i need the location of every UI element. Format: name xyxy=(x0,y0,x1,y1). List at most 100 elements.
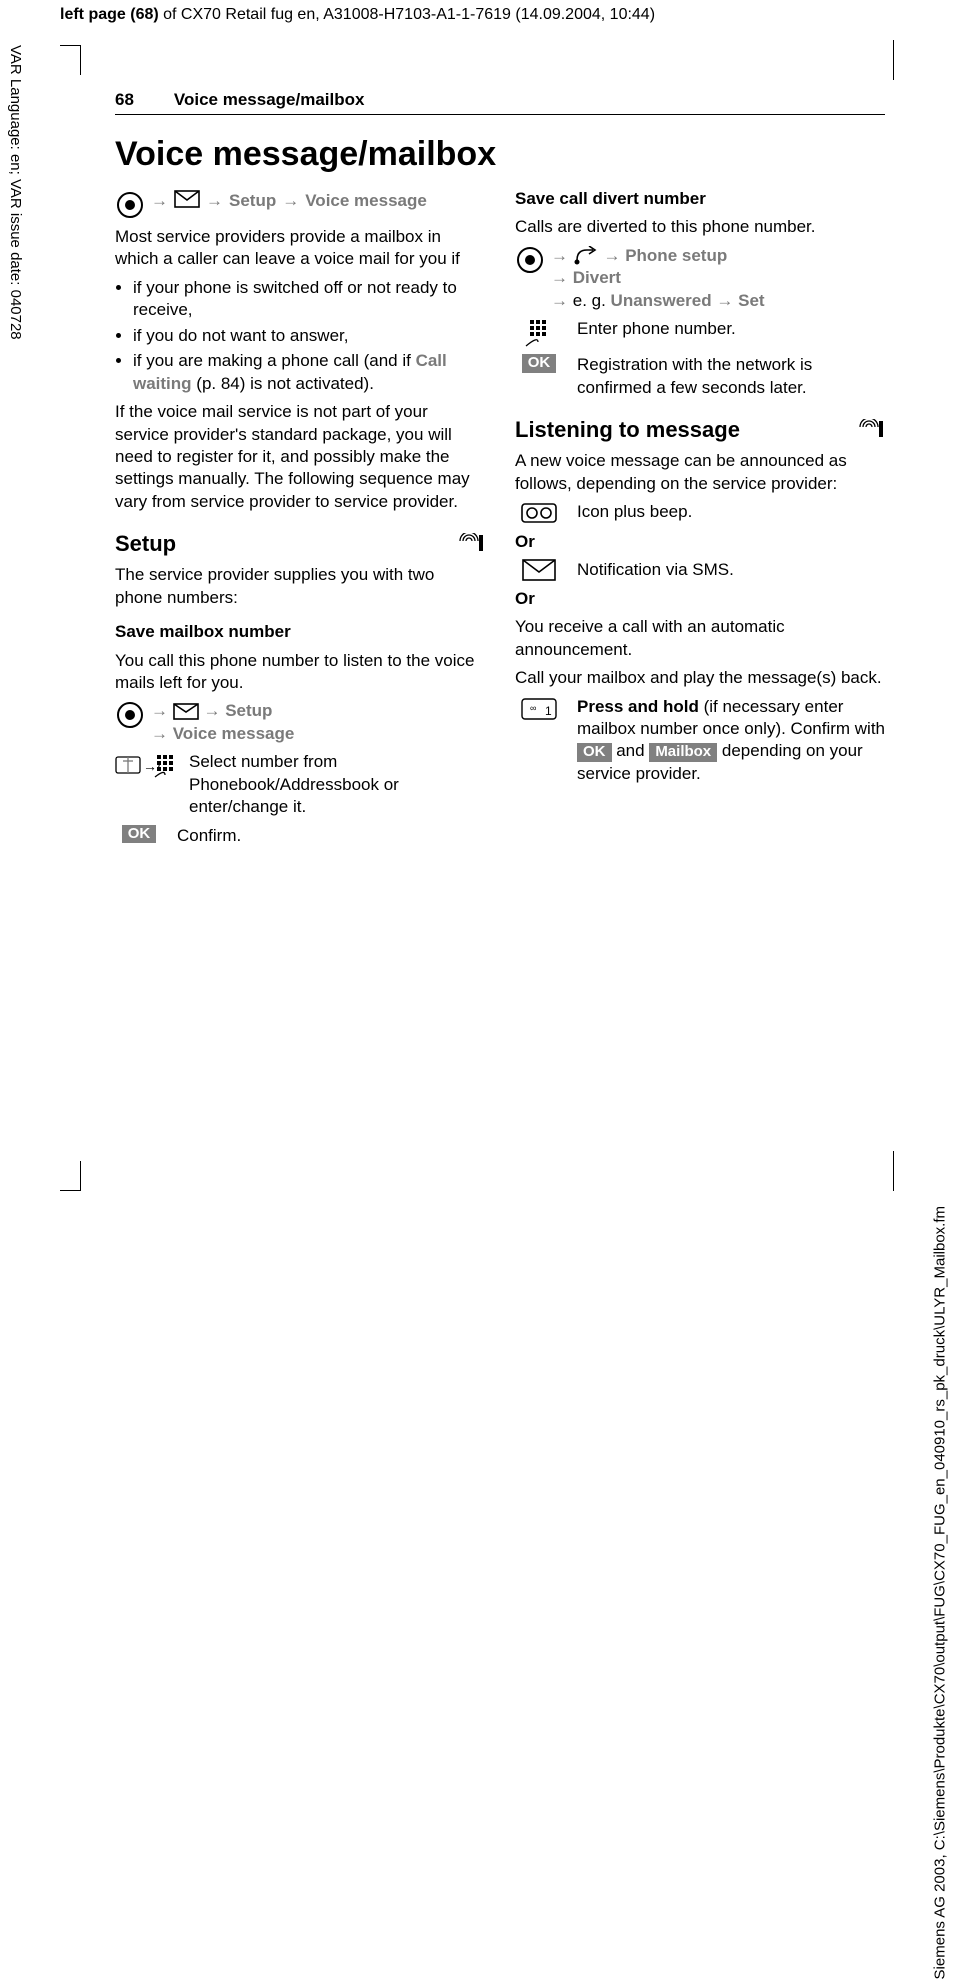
arrow-icon: → xyxy=(551,268,568,287)
enter-number-row: Enter phone number. xyxy=(515,318,885,348)
press-hold-mid2: and xyxy=(612,741,650,760)
nav-setup-label: Setup xyxy=(225,701,272,720)
columns: → → Setup → Voice message Most service p… xyxy=(115,184,885,853)
right-margin-text: Siemens AG 2003, C:\Siemens\Produkte\CX7… xyxy=(931,1206,948,1979)
crop-mark xyxy=(80,1161,81,1191)
envelope-icon xyxy=(174,190,200,210)
press-hold-text: Press and hold (if necessary enter mailb… xyxy=(577,696,885,786)
arrow-icon: → xyxy=(151,724,168,743)
playback-text: Call your mailbox and play the message(s… xyxy=(515,667,885,689)
bullet-text: if you are making a phone call (and if xyxy=(133,351,416,370)
page-title: Voice message/mailbox xyxy=(115,135,885,174)
sms-text: Notification via SMS. xyxy=(577,559,885,581)
setup-heading-row: Setup xyxy=(115,529,485,558)
setup-intro: The service provider supplies you with t… xyxy=(115,564,485,609)
crop-mark xyxy=(60,45,80,46)
left-column: → → Setup → Voice message Most service p… xyxy=(115,184,485,853)
right-column: Save call divert number Calls are divert… xyxy=(515,184,885,853)
running-title: Voice message/mailbox xyxy=(174,90,365,110)
joystick-icon xyxy=(115,190,145,220)
bullet-item: if you are making a phone call (and if C… xyxy=(133,350,485,395)
svg-text:∞: ∞ xyxy=(530,703,536,713)
ok-softkey: OK xyxy=(522,354,557,373)
ok-registration-row: OK Registration with the network is conf… xyxy=(515,354,885,399)
paragraph: If the voice mail service is not part of… xyxy=(115,401,485,513)
crop-mark xyxy=(80,45,81,75)
save-mailbox-heading: Save mailbox number xyxy=(115,621,485,643)
arrow-icon: → xyxy=(551,291,568,310)
nav-voicemessage-label: Voice message xyxy=(305,190,427,212)
crop-mark xyxy=(893,40,894,80)
crop-mark xyxy=(60,1190,80,1191)
source-header: left page (68) of CX70 Retail fug en, A3… xyxy=(60,6,655,24)
joystick-icon xyxy=(115,700,145,730)
source-header-bold: left page (68) xyxy=(60,6,159,23)
nav-setup-label: Setup xyxy=(229,190,276,212)
ok-softkey: OK xyxy=(577,743,612,762)
key-and-keypad-icon: →/ xyxy=(115,751,175,781)
arrow-icon: → xyxy=(716,291,733,310)
sms-row: Notification via SMS. xyxy=(515,559,885,581)
provider-icon xyxy=(859,419,885,441)
bullet-item: if your phone is switched off or not rea… xyxy=(133,277,485,322)
crop-mark xyxy=(893,1151,894,1191)
save-mailbox-text: You call this phone number to listen to … xyxy=(115,650,485,695)
ok-confirm-row: OK Confirm. xyxy=(115,825,485,847)
confirm-text: Confirm. xyxy=(177,825,485,847)
arrow-icon: → xyxy=(151,701,168,720)
nav-set-label: Set xyxy=(738,291,764,310)
or-label: Or xyxy=(515,531,885,553)
running-head: 68 Voice message/mailbox xyxy=(115,90,885,115)
divert-icon xyxy=(573,246,599,266)
bullet-text: (p. 84) is not activated). xyxy=(192,374,374,393)
press-hold-row: ∞1 Press and hold (if necessary enter ma… xyxy=(515,696,885,786)
nav-path-setup: → → Setup → Voice message xyxy=(115,700,485,745)
arrow-icon: → xyxy=(203,701,220,720)
nav-voicemessage-label: Voice message xyxy=(173,724,295,743)
joystick-icon xyxy=(515,245,545,275)
mailbox-softkey: Mailbox xyxy=(649,743,717,762)
nav-path-divert: → → Phone setup → Divert → e. g. Unanswe… xyxy=(515,245,885,312)
divert-text: Calls are diverted to this phone number. xyxy=(515,216,885,238)
voicemail-icon xyxy=(515,501,563,525)
intro-text: Most service providers provide a mailbox… xyxy=(115,226,485,271)
select-number-text: Select number from Phonebook/Addressbook… xyxy=(189,751,485,818)
provider-icon xyxy=(459,533,485,555)
registration-text: Registration with the network is confirm… xyxy=(577,354,885,399)
key-1-icon: ∞1 xyxy=(515,696,563,722)
icon-beep-text: Icon plus beep. xyxy=(577,501,885,523)
arrow-icon: → xyxy=(151,190,168,212)
save-divert-heading: Save call divert number xyxy=(515,188,885,210)
page-number: 68 xyxy=(115,90,134,110)
page-body: 68 Voice message/mailbox Voice message/m… xyxy=(115,90,885,853)
arrow-icon: → xyxy=(206,190,223,212)
eg-text: e. g. xyxy=(573,291,611,310)
listen-heading-row: Listening to message xyxy=(515,415,885,444)
ok-softkey: OK xyxy=(122,825,157,844)
arrow-icon: → xyxy=(603,246,620,265)
enter-number-text: Enter phone number. xyxy=(577,318,885,340)
svg-text:→/: →/ xyxy=(143,758,161,774)
source-header-rest: of CX70 Retail fug en, A31008-H7103-A1-1… xyxy=(159,6,655,23)
keypad-icon xyxy=(515,318,563,348)
arrow-icon: → xyxy=(282,190,299,212)
nav-phonesetup-label: Phone setup xyxy=(625,246,727,265)
bullet-list: if your phone is switched off or not rea… xyxy=(133,277,485,395)
or-label: Or xyxy=(515,588,885,610)
icon-beep-row: Icon plus beep. xyxy=(515,501,885,525)
envelope-icon xyxy=(173,703,199,721)
arrow-icon: → xyxy=(551,246,568,265)
left-margin-text: VAR Language: en; VAR issue date: 040728 xyxy=(7,45,24,340)
select-number-row: →/ Select number from Phonebook/Addressb… xyxy=(115,751,485,818)
press-hold-bold: Press and hold xyxy=(577,697,699,716)
nav-divert-label: Divert xyxy=(573,268,621,287)
nav-path-main: → → Setup → Voice message xyxy=(115,190,485,220)
listen-intro: A new voice message can be announced as … xyxy=(515,450,885,495)
svg-text:1: 1 xyxy=(545,704,552,718)
nav-unanswered-label: Unanswered xyxy=(611,291,712,310)
listen-heading: Listening to message xyxy=(515,415,740,444)
auto-call-text: You receive a call with an automatic ann… xyxy=(515,616,885,661)
setup-heading: Setup xyxy=(115,529,176,558)
bullet-item: if you do not want to answer, xyxy=(133,325,485,347)
envelope-icon xyxy=(515,559,563,581)
